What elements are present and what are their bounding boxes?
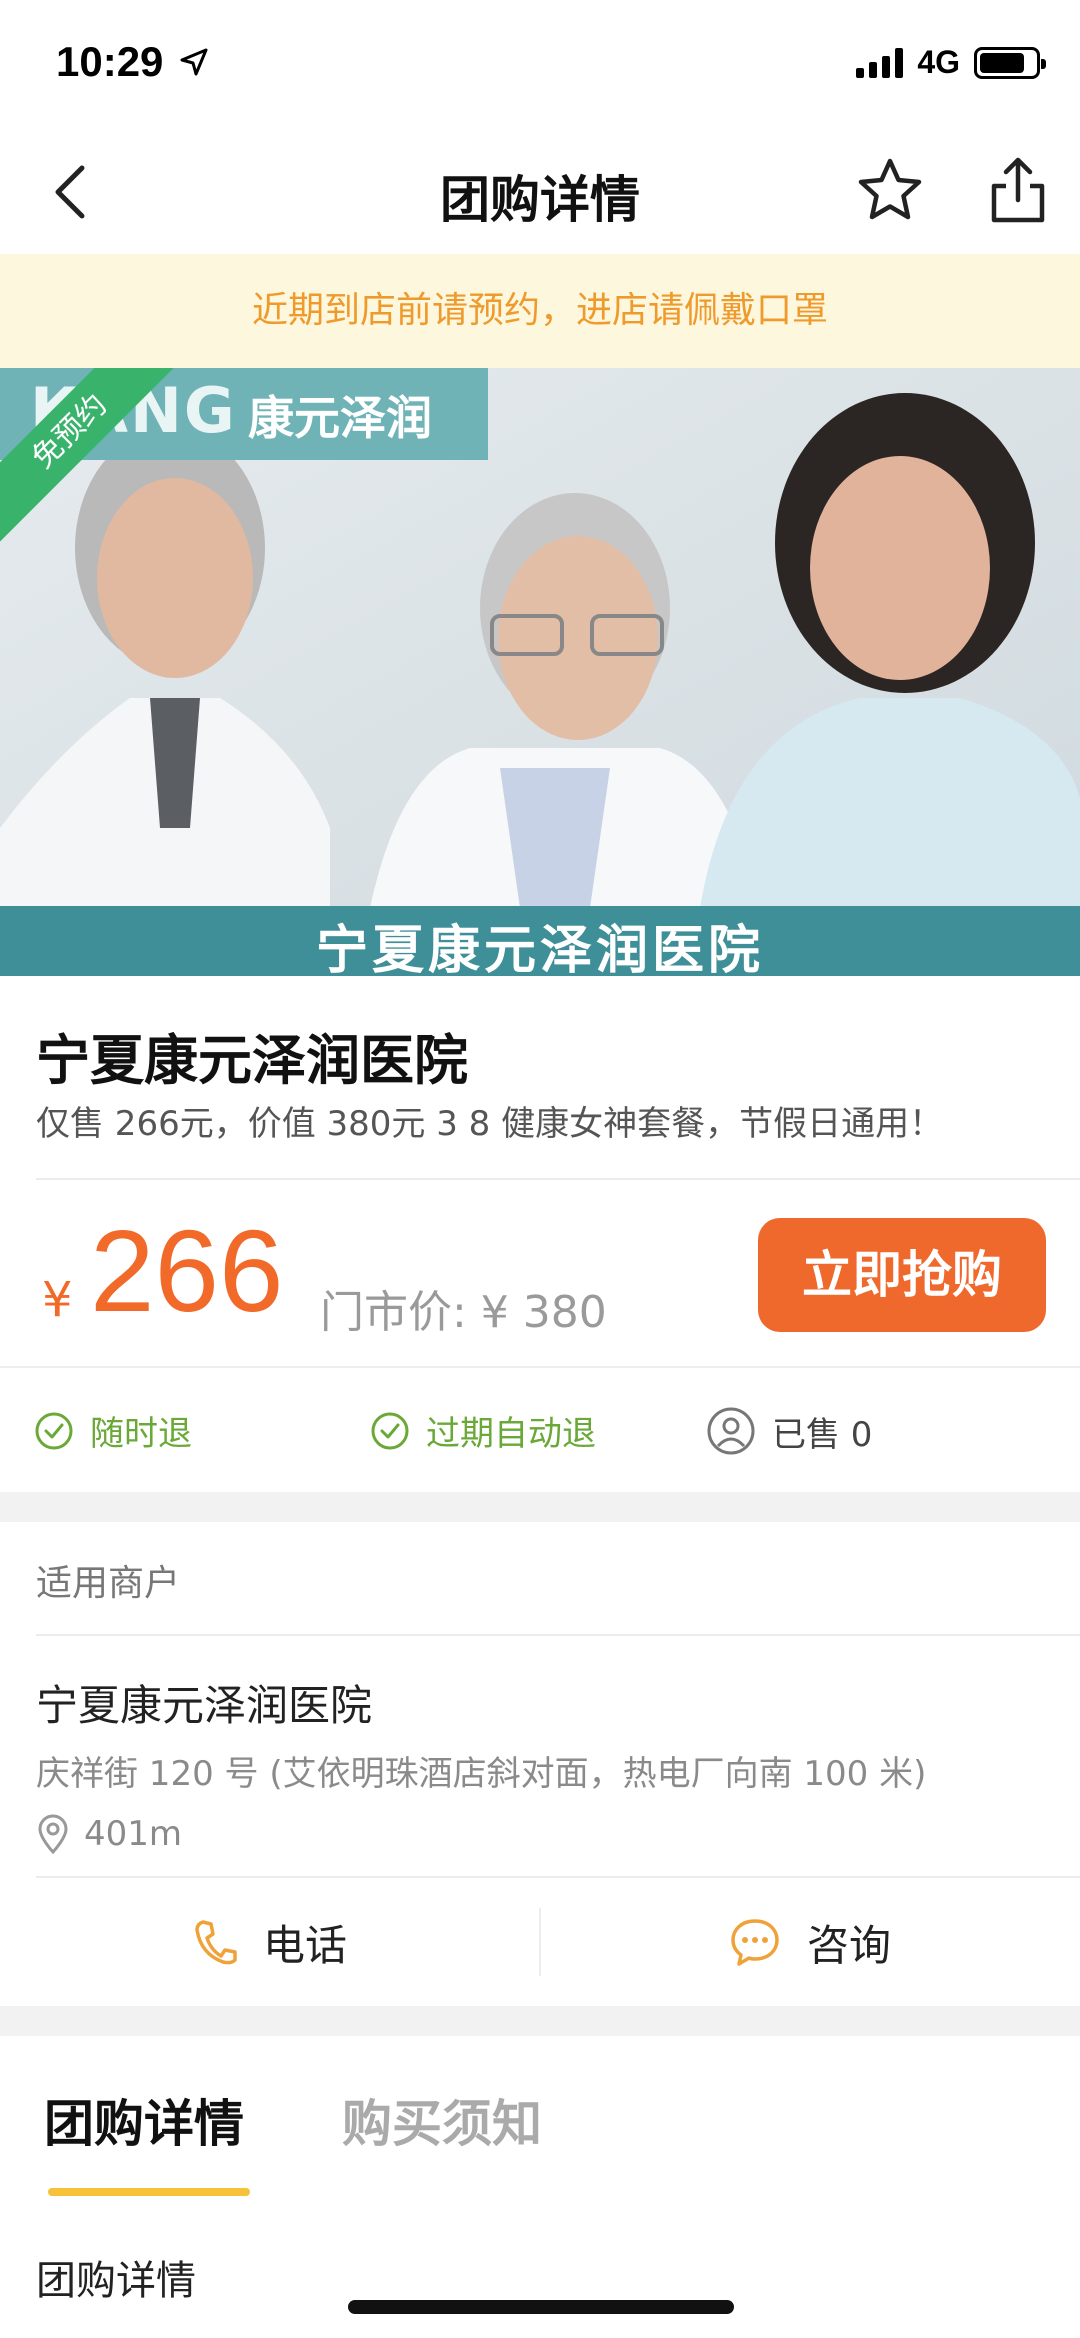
price-value: 266 [90, 1206, 284, 1336]
location-pin-icon [38, 1814, 68, 1854]
phone-button[interactable]: 电话 [0, 1878, 540, 2006]
check-circle-icon [35, 1412, 73, 1449]
section-gap [0, 1492, 1080, 1522]
merchant-distance: 401m [36, 1814, 182, 1854]
active-tab-indicator [48, 2188, 250, 2196]
merchant-section-label: 适用商户 [36, 1563, 181, 1604]
chat-bubble-icon [731, 1919, 779, 1966]
nav-bar: 团购详情 [0, 130, 1080, 254]
merchant-section: 适用商户 宁夏康元泽润医院 庆祥街 120 号 (艾依明珠酒店斜对面，热电厂向南… [0, 1522, 1080, 2006]
notice-banner: 近期到店前请预约，进店请佩戴口罩 [0, 254, 1080, 368]
merchant-address[interactable]: 庆祥街 120 号 (艾依明珠酒店斜对面，热电厂向南 100 米) [36, 1746, 926, 1795]
merchant-name[interactable]: 宁夏康元泽润医院 [36, 1672, 372, 1733]
deal-info: 宁夏康元泽润医院 仅售 266元，价值 380元 3 8 健康女神套餐，节假日通… [0, 976, 1080, 1180]
network-type: 4G [917, 44, 960, 80]
check-circle-icon [371, 1412, 409, 1449]
status-bar: 10:29 4G [0, 0, 1080, 130]
feature-label: 过期自动退 [426, 1414, 596, 1454]
price-currency: ¥ [42, 1272, 73, 1328]
sold-count: 已售 0 [772, 1414, 873, 1455]
feature-refund-anytime: 随时退 [34, 1406, 192, 1455]
distance-value: 401m [84, 1814, 183, 1854]
location-arrow-icon [180, 48, 208, 80]
features-row: 随时退 过期自动退 已售 0 [0, 1366, 1080, 1492]
divider [36, 1634, 1080, 1636]
detail-heading: 团购详情 [36, 2258, 196, 2304]
favorite-button[interactable] [856, 156, 924, 224]
deal-title: 宁夏康元泽润医院 [36, 1029, 468, 1092]
banner-caption: 宁夏康元泽润医院 [0, 906, 1080, 976]
detail-tabs: 团购详情 购买须知 团购详情 [0, 2036, 1080, 2338]
consult-label: 咨询 [806, 1920, 891, 1970]
tab-deal-details[interactable]: 团购详情 [44, 2084, 244, 2156]
phone-label: 电话 [262, 1920, 347, 1970]
merchant-actions: 电话 咨询 [0, 1878, 1080, 2006]
home-indicator[interactable] [348, 2300, 734, 2314]
feature-label: 随时退 [90, 1414, 192, 1454]
buy-now-button[interactable]: 立即抢购 [758, 1218, 1046, 1332]
hero-image[interactable]: KANG 康元泽润 免预约 宁夏康元泽润医院 [0, 368, 1080, 976]
market-price: 门市价: ¥ 380 [320, 1287, 607, 1338]
status-time: 10:29 [56, 38, 164, 85]
section-gap [0, 2006, 1080, 2036]
feature-auto-refund: 过期自动退 [370, 1406, 596, 1455]
signal-icon [856, 47, 904, 78]
tab-purchase-notes[interactable]: 购买须知 [342, 2084, 542, 2156]
star-icon [858, 158, 922, 220]
consult-button[interactable]: 咨询 [540, 1878, 1080, 2006]
brand-logo-text: 康元泽润 [248, 391, 432, 445]
deal-subtitle: 仅售 266元，价值 380元 3 8 健康女神套餐，节假日通用！ [36, 1104, 944, 1144]
phone-icon [195, 1920, 237, 1965]
feature-sold-count: 已售 0 [706, 1406, 872, 1456]
share-icon [991, 157, 1045, 223]
battery-icon [974, 46, 1046, 79]
price-section: ¥ 266 门市价: ¥ 380 立即抢购 [0, 1180, 1080, 1366]
share-button[interactable] [984, 154, 1052, 226]
user-circle-icon [707, 1407, 755, 1455]
